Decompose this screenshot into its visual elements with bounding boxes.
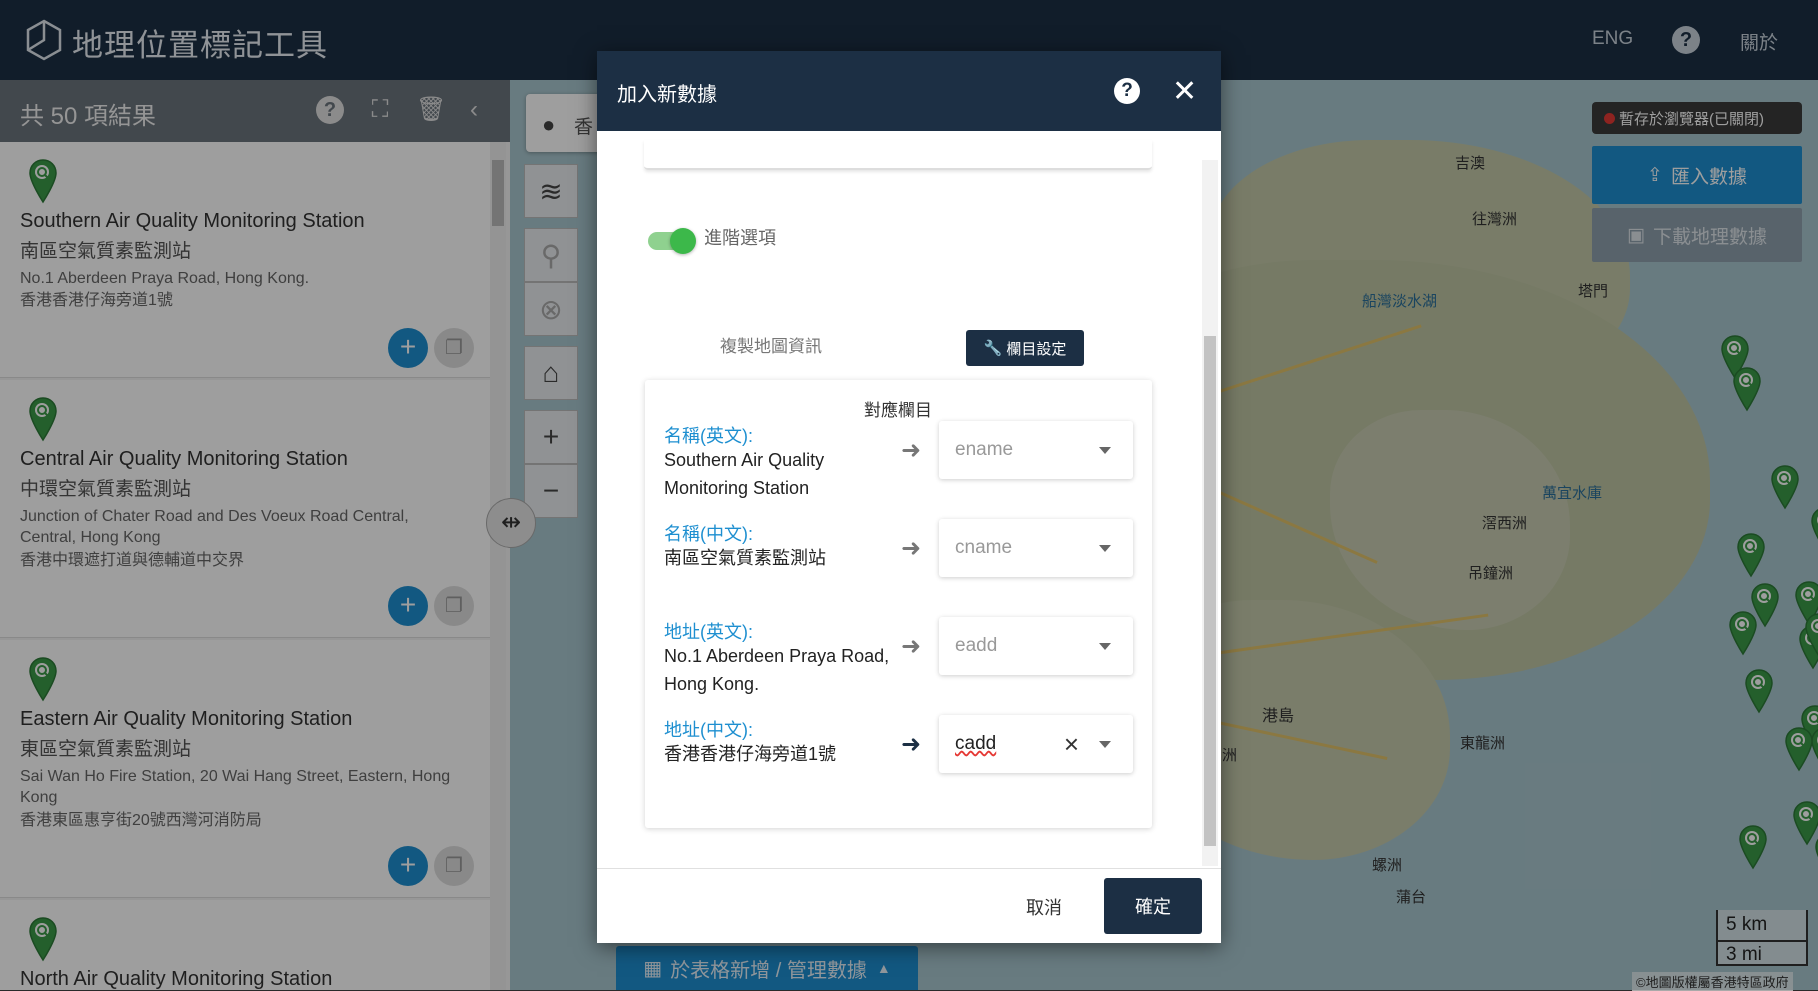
dialog-divider: [597, 868, 1221, 869]
dialog-title: 加入新數據: [617, 84, 717, 106]
dialog-scroll-thumb[interactable]: [1204, 336, 1216, 846]
arrow-right-icon: ➜: [901, 535, 922, 562]
field-value: 香港香港仔海旁道1號: [664, 744, 837, 764]
field-value: 南區空氣質素監測站: [664, 548, 826, 568]
column-settings-button[interactable]: 🔧 欄目設定: [966, 330, 1084, 366]
field-value: Southern Air Quality Monitoring Station: [664, 450, 825, 498]
copy-map-info-tab[interactable]: 複製地圖資訊: [720, 332, 822, 357]
previous-field: [644, 140, 1152, 170]
arrow-right-icon: ➜: [901, 437, 922, 464]
chevron-down-icon: [1099, 643, 1111, 650]
chevron-down-icon: [1099, 545, 1111, 552]
close-icon[interactable]: ✕: [1172, 74, 1197, 109]
cancel-button[interactable]: 取消: [1026, 894, 1062, 920]
column-select[interactable]: ename: [939, 421, 1133, 479]
confirm-button[interactable]: 確定: [1104, 878, 1202, 934]
field-label: 名稱(英文):: [664, 426, 753, 446]
advanced-toggle-knob[interactable]: [670, 228, 696, 254]
mapping-title: 對應欄目: [864, 401, 932, 420]
column-select[interactable]: eadd: [939, 617, 1133, 675]
field-label: 地址(中文):: [664, 720, 753, 740]
clear-icon[interactable]: ×: [1064, 715, 1079, 773]
field-label: 地址(英文):: [664, 622, 753, 642]
chevron-down-icon: [1099, 447, 1111, 454]
chevron-down-icon: [1099, 741, 1111, 748]
column-select[interactable]: cname: [939, 519, 1133, 577]
wrench-icon: 🔧: [983, 340, 1003, 357]
field-value: No.1 Aberdeen Praya Road, Hong Kong.: [664, 646, 890, 694]
field-label: 名稱(中文):: [664, 524, 753, 544]
column-select[interactable]: cadd ×: [939, 715, 1133, 773]
advanced-label: 進階選項: [704, 228, 776, 248]
arrow-right-icon: ➜: [901, 731, 922, 758]
help-icon[interactable]: ?: [1114, 78, 1140, 104]
arrow-right-icon: ➜: [901, 633, 922, 660]
